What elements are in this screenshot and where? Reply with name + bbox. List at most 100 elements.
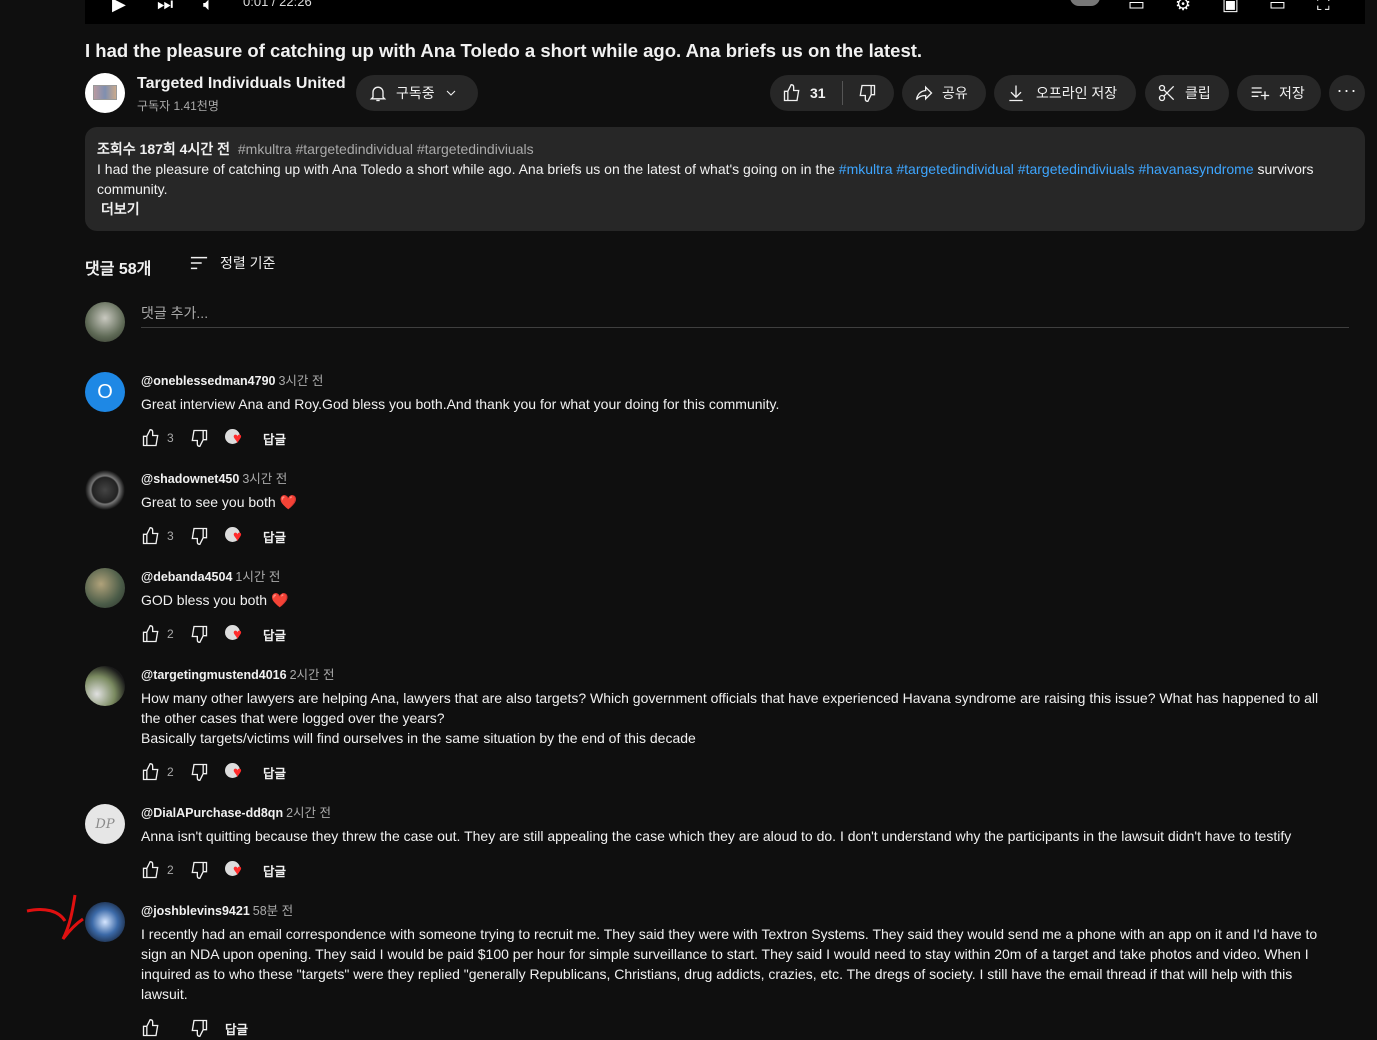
thumbs-down-icon — [191, 625, 208, 644]
subscribe-button[interactable]: 구독중 — [356, 75, 478, 111]
comment-like-button[interactable]: 3 — [141, 428, 189, 448]
theater-icon[interactable]: ▭ — [1269, 0, 1286, 14]
description-box[interactable]: 조회수 187회 4시간 전 #mkultra #targetedindivid… — [85, 127, 1365, 231]
save-button[interactable]: 저장 — [1237, 75, 1321, 111]
comment-like-button[interactable]: 2 — [141, 860, 189, 880]
comment-like-button[interactable]: 2 — [141, 762, 189, 782]
comment-body: @joshblevins9421 58분 전 I recently had an … — [141, 902, 1321, 1040]
thumbs-down-icon — [191, 1019, 208, 1038]
settings-icon[interactable]: ⚙ — [1175, 0, 1191, 14]
clip-button[interactable]: 클립 — [1145, 75, 1229, 111]
share-button[interactable]: 공유 — [902, 75, 986, 111]
comment-author[interactable]: @targetingmustend4016 — [141, 668, 287, 682]
comment-avatar[interactable]: DP — [85, 804, 125, 844]
save-label: 저장 — [1279, 85, 1305, 101]
fullscreen-icon[interactable]: ⛶ — [1317, 0, 1330, 14]
bell-icon — [369, 86, 387, 102]
reply-button[interactable]: 답글 — [263, 763, 286, 782]
comment-body: @debanda4504 1시간 전 GOD bless you both ❤️ … — [141, 568, 1321, 646]
comment-author[interactable]: @shadownet450 — [141, 472, 239, 486]
reply-button[interactable]: 답글 — [263, 861, 286, 880]
comment-count: 댓글 58개 — [85, 261, 152, 278]
description-body-start: I had the pleasure of catching up with A… — [97, 161, 839, 177]
like-button[interactable]: 31 — [770, 75, 842, 111]
reply-button[interactable]: 답글 — [263, 527, 286, 546]
hashtag-link[interactable]: #targetedindividual — [896, 161, 1014, 177]
play-icon[interactable]: ▶ — [112, 0, 126, 14]
share-icon — [915, 85, 933, 101]
comment-actions: 2 ♥ 답글 — [141, 622, 1321, 646]
comment-dislike-button[interactable] — [189, 526, 225, 546]
comment-body: @targetingmustend4016 2시간 전 How many othe… — [141, 666, 1321, 784]
next-icon[interactable]: ⏭ — [157, 0, 173, 14]
comment-time[interactable]: 3시간 전 — [242, 472, 287, 486]
comment-body: @DialAPurchase-dd8qn 2시간 전 Anna isn't qui… — [141, 804, 1321, 882]
comment-author[interactable]: @joshblevins9421 — [141, 904, 250, 918]
comment-dislike-button[interactable] — [189, 624, 225, 644]
sort-button[interactable]: 정렬 기준 — [188, 253, 275, 273]
miniplayer-icon[interactable]: ▣ — [1222, 0, 1239, 14]
comment-author[interactable]: @DialAPurchase-dd8qn — [141, 806, 283, 820]
more-actions-button[interactable]: ··· — [1329, 75, 1365, 111]
creator-heart-badge: ♥ — [225, 762, 263, 782]
comment-avatar[interactable] — [85, 568, 125, 608]
description-top-tags[interactable]: #mkultra #targetedindividual #targetedin… — [238, 141, 534, 157]
sort-label: 정렬 기준 — [220, 255, 276, 271]
thumbs-down-icon — [191, 429, 208, 448]
creator-heart-icon: ♥ — [225, 526, 249, 546]
comment-header: @DialAPurchase-dd8qn 2시간 전 — [141, 804, 1321, 822]
comment-like-count: 2 — [167, 765, 174, 779]
comment-author[interactable]: @oneblessedman4790 — [141, 374, 275, 388]
comment-like-button[interactable]: 3 — [141, 526, 189, 546]
comment-avatar[interactable] — [85, 666, 125, 706]
time-display: 0:01 / 22:26 — [243, 0, 312, 9]
hashtag-link[interactable]: #havanasyndrome — [1138, 161, 1253, 177]
subtitles-icon[interactable]: ▭ — [1128, 0, 1145, 14]
chevron-down-icon — [446, 90, 456, 96]
comment-like-button[interactable] — [141, 1018, 189, 1038]
comment-header: @shadownet450 3시간 전 — [141, 470, 1321, 488]
comment-dislike-button[interactable] — [189, 860, 225, 880]
comment-actions: 3 ♥ 답글 — [141, 524, 1321, 548]
comment-dislike-button[interactable] — [189, 428, 225, 448]
playlist-add-icon — [1251, 87, 1270, 100]
autoplay-toggle[interactable] — [1070, 0, 1100, 6]
comment-dislike-button[interactable] — [189, 1018, 225, 1038]
comment-time[interactable]: 2시간 전 — [290, 668, 335, 682]
comment-header: @debanda4504 1시간 전 — [141, 568, 1321, 586]
comment-avatar[interactable] — [85, 470, 125, 510]
channel-name[interactable]: Targeted Individuals United — [137, 75, 346, 93]
reply-button[interactable]: 답글 — [263, 625, 286, 644]
creator-heart-icon: ♥ — [225, 762, 249, 782]
comment-dislike-button[interactable] — [189, 762, 225, 782]
download-button[interactable]: 오프라인 저장 — [994, 75, 1136, 111]
reply-button[interactable]: 답글 — [225, 1019, 248, 1038]
comment-text: GOD bless you both ❤️ — [141, 592, 289, 608]
comment-time[interactable]: 3시간 전 — [278, 374, 323, 388]
creator-heart-badge: ♥ — [225, 526, 263, 546]
volume-icon[interactable]: 🔈︎ — [203, 0, 214, 14]
hashtag-link[interactable]: #mkultra — [839, 161, 893, 177]
dislike-button[interactable] — [843, 75, 877, 111]
comment-actions: 답글 — [141, 1016, 1321, 1040]
comment-body: @shadownet450 3시간 전 Great to see you both… — [141, 470, 1321, 548]
clip-label: 클립 — [1185, 85, 1211, 101]
comment-header: @joshblevins9421 58분 전 — [141, 902, 1321, 920]
comment-time[interactable]: 2시간 전 — [286, 806, 331, 820]
reply-button[interactable]: 답글 — [263, 429, 286, 448]
comment-time[interactable]: 58분 전 — [253, 904, 293, 918]
channel-avatar[interactable] — [85, 73, 125, 113]
avatar-letter: DP — [95, 816, 115, 832]
comment-body: @oneblessedman4790 3시간 전 Great interview … — [141, 372, 1321, 450]
comment-text: Great to see you both ❤️ — [141, 494, 297, 510]
thumbs-down-icon — [191, 527, 208, 546]
add-comment-input[interactable]: 댓글 추가... — [141, 303, 1349, 328]
comment-avatar[interactable]: O — [85, 372, 125, 412]
comment-author[interactable]: @debanda4504 — [141, 570, 232, 584]
show-more-button[interactable]: 더보기 — [101, 199, 1353, 219]
comment-avatar[interactable] — [85, 902, 125, 942]
comment-like-count: 2 — [167, 863, 174, 877]
comment-like-button[interactable]: 2 — [141, 624, 189, 644]
hashtag-link[interactable]: #targetedindiviuals — [1018, 161, 1135, 177]
comment-time[interactable]: 1시간 전 — [235, 570, 280, 584]
